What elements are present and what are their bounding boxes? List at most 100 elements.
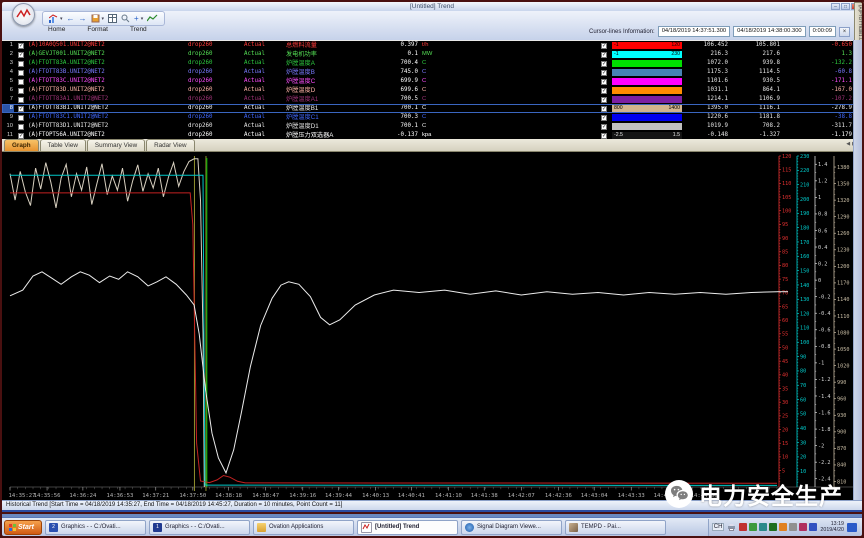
axis-checkbox[interactable]: ✓	[18, 133, 24, 139]
trend-chart[interactable]: 14:35:2714:35:5614:36:2414:36:5314:37:21…	[2, 152, 862, 500]
tab-table-view[interactable]: Table View	[40, 139, 86, 151]
color-swatch[interactable]: -1230	[612, 51, 682, 58]
trend-type-icon[interactable]	[49, 14, 58, 23]
tab-graph[interactable]: Graph	[4, 139, 39, 151]
tray-icon[interactable]	[789, 523, 797, 531]
color-swatch[interactable]: -1120	[612, 42, 682, 49]
menu-item-format[interactable]: Format	[87, 26, 108, 33]
start-button[interactable]: Start	[4, 520, 42, 535]
grid-icon[interactable]	[108, 14, 117, 23]
svg-text:20: 20	[782, 427, 788, 433]
color-swatch[interactable]: 8001400	[612, 105, 682, 112]
table-row[interactable]: 3(A)FTOTT83A.UNIT2@NET2drop260Actual炉膛温度…	[2, 59, 862, 68]
maximize-button[interactable]: □	[841, 3, 850, 10]
tray-icon[interactable]	[809, 523, 817, 531]
plot-checkbox[interactable]: ✓	[601, 133, 607, 139]
table-row[interactable]: 5(A)FTOTT83C.UNIT2@NET2drop260Actual炉膛温度…	[2, 77, 862, 86]
table-row[interactable]: 10(A)FTOTT83D1.UNIT2@NET2drop260Actual炉膛…	[2, 122, 862, 131]
menu-item-home[interactable]: Home	[48, 26, 65, 33]
table-row[interactable]: 1✓(A)10A0Q501.UNIT2@NET2drop260Actual总燃料…	[2, 41, 862, 50]
table-row[interactable]: 7(A)FTOTT83A1.UNIT2@NET2drop260Actual炉膛温…	[2, 95, 862, 104]
color-swatch[interactable]	[612, 87, 682, 94]
color-swatch[interactable]: -2.51.5	[612, 132, 682, 139]
zoom-icon[interactable]	[121, 14, 130, 23]
table-row[interactable]: 9(A)FTOTT83C1.UNIT2@NET2drop260Actual炉膛温…	[2, 113, 862, 122]
plot-checkbox[interactable]: ✓	[601, 43, 607, 49]
tray-icon[interactable]	[759, 523, 767, 531]
tab-summary-view[interactable]: Summary View	[87, 139, 145, 151]
axis-checkbox[interactable]	[18, 79, 24, 85]
color-swatch[interactable]	[612, 96, 682, 103]
plot-checkbox[interactable]: ✓	[601, 97, 607, 103]
window-scrollbar[interactable]	[853, 40, 862, 500]
export-icon[interactable]	[91, 14, 100, 23]
svg-text:70: 70	[800, 383, 806, 389]
axis-checkbox[interactable]	[18, 61, 24, 67]
cursor2-value: 708.2	[728, 122, 780, 131]
plot-checkbox[interactable]: ✓	[601, 70, 607, 76]
axis-checkbox[interactable]	[18, 124, 24, 130]
table-row[interactable]: 4(A)FTOTT83B.UNIT2@NET2drop260Actual炉膛温度…	[2, 68, 862, 77]
tray-icon[interactable]	[749, 523, 757, 531]
cursor2-time-field[interactable]: 04/18/2019 14:38:00.300	[733, 26, 805, 37]
back-arrow-icon[interactable]: ←	[67, 14, 75, 24]
axis-checkbox[interactable]	[18, 97, 24, 103]
svg-text:810: 810	[837, 479, 846, 485]
axis-checkbox[interactable]	[18, 70, 24, 76]
taskbar-button-signal-diagram-viewe[interactable]: Signal Diagram Viewe...	[461, 520, 562, 535]
plot-checkbox[interactable]: ✓	[601, 124, 607, 130]
dropdown-caret-icon[interactable]: ▾	[102, 16, 105, 22]
cursor-delta-field[interactable]: 0:00:09	[809, 26, 836, 37]
taskbar-button-graphics-c-ovati[interactable]: 2Graphics - - C:/Ovati...	[45, 520, 146, 535]
taskbar-button-tempd-pai[interactable]: TEMPD - Pai...	[565, 520, 666, 535]
network-icon[interactable]	[847, 523, 857, 532]
svg-text:0.4: 0.4	[818, 245, 827, 251]
forward-arrow-icon[interactable]: →	[79, 14, 87, 24]
svg-text:14:41:38: 14:41:38	[471, 493, 499, 499]
taskbar-button-untitled-trend[interactable]: [Untitled] Trend	[357, 520, 458, 535]
language-indicator[interactable]: CH	[712, 523, 725, 531]
color-swatch[interactable]	[612, 78, 682, 85]
tray-icon[interactable]	[799, 523, 807, 531]
color-swatch[interactable]	[612, 123, 682, 130]
tray-icon[interactable]	[739, 523, 747, 531]
plot-checkbox[interactable]: ✓	[601, 88, 607, 94]
plot-checkbox[interactable]: ✓	[601, 106, 607, 112]
row-number: 4	[2, 68, 14, 77]
plot-checkbox[interactable]: ✓	[601, 61, 607, 67]
sparkline-icon[interactable]	[147, 14, 158, 23]
quick-access-toolbar: ▾ ← → ▾ +▾	[42, 11, 165, 26]
taskbar-button-graphics-c-ovati[interactable]: 1Graphics - - C:/Ovati...	[149, 520, 250, 535]
axis-checkbox[interactable]: ✓	[18, 52, 24, 58]
dropdown-caret-icon[interactable]: ▾	[60, 16, 63, 22]
plot-checkbox-cell: ✓	[596, 104, 612, 113]
minimize-button[interactable]: –	[831, 3, 840, 10]
cursor1-time-field[interactable]: 04/18/2019 14:37:51.300	[658, 26, 730, 37]
color-swatch[interactable]	[612, 114, 682, 121]
color-swatch-cell	[612, 77, 684, 86]
axis-checkbox[interactable]	[18, 88, 24, 94]
table-row[interactable]: 2✓(A)GEVJT001.UNIT2@NET2drop260Actual发电机…	[2, 50, 862, 59]
dropdown-caret-icon[interactable]: ▾	[141, 16, 144, 22]
axis-checkbox[interactable]	[18, 115, 24, 121]
taskbar-clock[interactable]: 13:192019/4/20	[820, 521, 844, 533]
add-icon[interactable]: +	[134, 14, 139, 24]
table-row[interactable]: 8✓(A)FTOTT83B1.UNIT2@NET2drop260Actual炉膛…	[2, 104, 862, 113]
color-swatch[interactable]	[612, 60, 682, 67]
color-swatch[interactable]	[612, 69, 682, 76]
plot-checkbox[interactable]: ✓	[601, 115, 607, 121]
plot-checkbox[interactable]: ✓	[601, 52, 607, 58]
cursor-info-close-icon[interactable]: ×	[839, 27, 850, 37]
menu-item-trend[interactable]: Trend	[130, 26, 147, 33]
axis-checkbox[interactable]: ✓	[18, 106, 24, 112]
svg-text:100: 100	[800, 340, 809, 346]
plot-checkbox[interactable]: ✓	[601, 79, 607, 85]
axis-checkbox[interactable]: ✓	[18, 43, 24, 49]
table-row[interactable]: 6(A)FTOTT83D.UNIT2@NET2drop260Actual炉膛温度…	[2, 86, 862, 95]
taskbar-button-ovation-applications[interactable]: Ovation Applications	[253, 520, 354, 535]
app-logo-icon[interactable]	[12, 3, 35, 26]
tab-radar-view[interactable]: Radar View	[146, 139, 194, 151]
printer-icon[interactable]	[727, 518, 736, 536]
tray-icon[interactable]	[779, 523, 787, 531]
tray-icon[interactable]	[769, 523, 777, 531]
